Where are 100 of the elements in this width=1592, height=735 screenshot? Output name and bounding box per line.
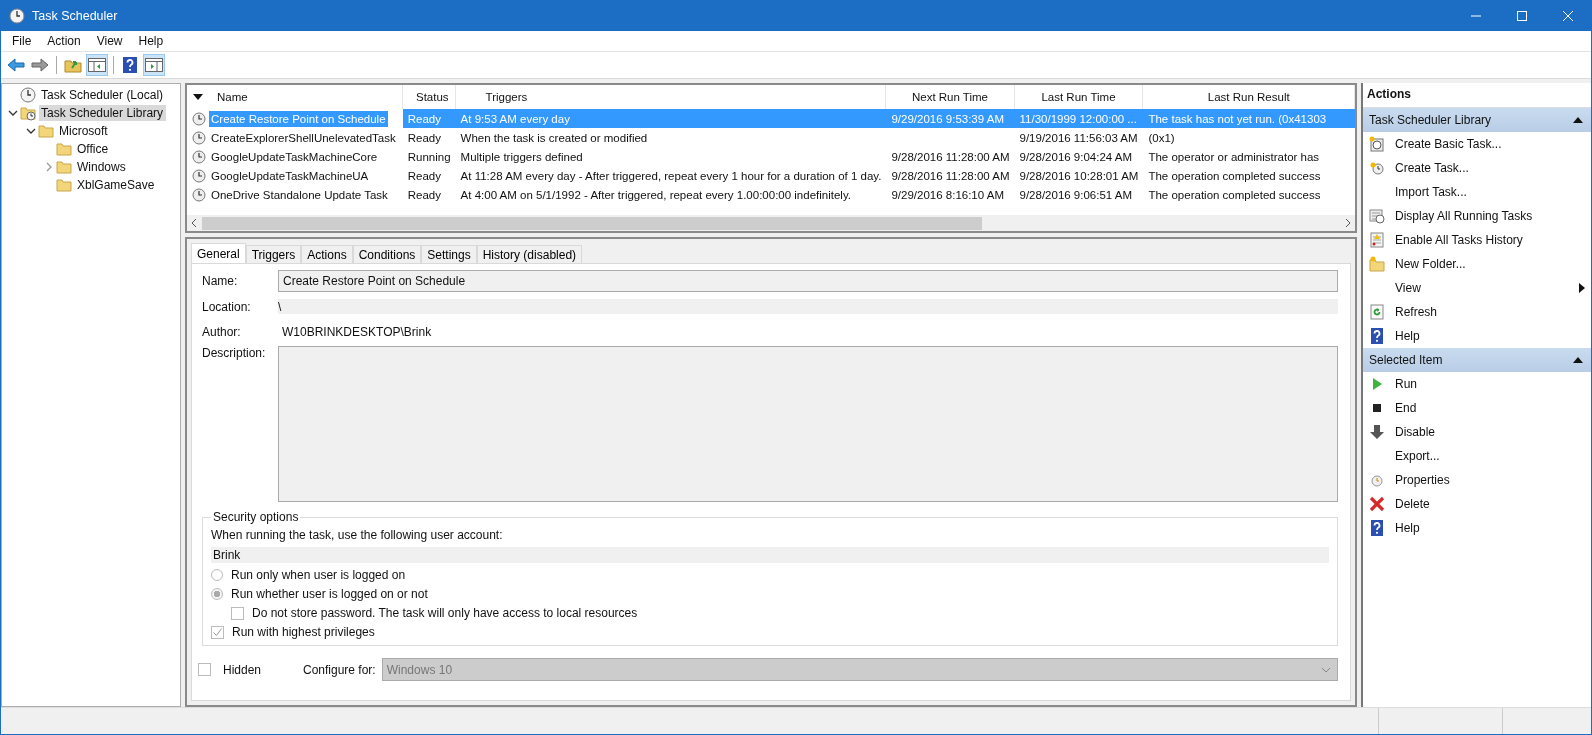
folder-icon [56, 177, 72, 193]
expanded-chevron-icon[interactable] [8, 108, 18, 118]
help-icon [1369, 328, 1385, 344]
clock-icon [192, 187, 206, 202]
dropdown-arrow-icon[interactable] [193, 94, 203, 100]
submenu-arrow-icon [1579, 283, 1585, 293]
location-field[interactable]: \ [278, 299, 1338, 314]
checkbox[interactable] [231, 606, 244, 620]
checkbox-label: Run with highest privileges [232, 625, 375, 639]
task-name[interactable]: GoogleUpdateTaskMachineCore [209, 148, 380, 165]
pane-command[interactable]: Create Task... [1395, 161, 1469, 175]
tree-item[interactable]: Task Scheduler Library [39, 105, 167, 121]
clock-icon [192, 149, 206, 164]
table-cell: At 11:28 AM every day - After triggered, repeat every 1 hour for a duration of 1 day. [460, 169, 882, 182]
pane-command[interactable]: View [1395, 281, 1421, 295]
tab[interactable]: Triggers [245, 245, 302, 263]
tab[interactable]: Conditions [352, 245, 422, 263]
table-cell: 9/28/2016 9:06:51 AM [1019, 188, 1133, 201]
checkbox-label: Do not store password. The task will only have access to local resources [252, 606, 638, 620]
expanded-chevron-icon[interactable] [26, 126, 36, 136]
pane-command[interactable]: Disable [1395, 425, 1436, 439]
new-folder-icon [1369, 256, 1385, 272]
pane-command[interactable]: Help [1395, 329, 1420, 343]
folder-icon [56, 141, 72, 157]
checkbox[interactable] [211, 625, 224, 639]
group-title: Security options [212, 510, 300, 524]
table-cell: 11/30/1999 12:00:00 ... [1019, 112, 1137, 125]
pane-command[interactable]: Refresh [1395, 305, 1438, 319]
menu-item[interactable]: Action [39, 32, 89, 50]
console-tree-button[interactable] [86, 54, 108, 76]
clock-icon [9, 8, 25, 24]
pane-command[interactable]: Help [1395, 521, 1420, 535]
table-cell: Running [407, 150, 451, 163]
checkbox[interactable] [198, 663, 211, 676]
tab[interactable]: Actions [301, 245, 353, 263]
maximize-icon [1517, 11, 1527, 21]
radio-button[interactable] [211, 588, 223, 600]
table-cell: 9/28/2016 10:28:01 AM [1019, 169, 1139, 182]
table-cell: 9/29/2016 9:53:39 AM [891, 112, 1004, 125]
section-header[interactable]: Selected Item [1363, 348, 1591, 372]
table-cell: 9/28/2016 11:28:00 AM [891, 169, 1010, 182]
tree-item[interactable]: Task Scheduler (Local) [39, 87, 167, 103]
pane-command[interactable]: New Folder... [1395, 257, 1466, 271]
pane-command[interactable]: Delete [1395, 497, 1430, 511]
action-pane-button[interactable] [143, 54, 165, 76]
task-name[interactable]: GoogleUpdateTaskMachineUA [209, 167, 371, 184]
field-label: Author: [202, 324, 242, 339]
clock-icon [1369, 472, 1385, 488]
tree-item[interactable]: Microsoft [57, 123, 111, 139]
radio-label: Run only when user is logged on [231, 568, 406, 582]
table-cell: 9/29/2016 8:16:10 AM [891, 188, 1004, 201]
menu-item[interactable]: Help [130, 32, 172, 50]
window-title: Task Scheduler [32, 9, 118, 23]
table-cell: Multiple triggers defined [460, 150, 583, 163]
menu-item[interactable]: File [4, 32, 40, 50]
name-field[interactable]: Create Restore Point on Schedule [278, 270, 1338, 292]
folder-icon [38, 123, 54, 139]
collapsed-chevron-icon[interactable] [44, 162, 54, 172]
pane-command[interactable]: End [1395, 401, 1417, 415]
collapse-arrow-icon[interactable] [1573, 117, 1583, 123]
pane-command[interactable]: Display All Running Tasks [1395, 209, 1533, 223]
table-cell: Ready [407, 169, 441, 182]
tab[interactable]: Settings [421, 245, 477, 263]
clock-icon [20, 87, 36, 103]
menu-item[interactable]: View [88, 32, 131, 50]
help-icon [1369, 520, 1385, 536]
task-name[interactable]: OneDrive Standalone Update Task [209, 186, 390, 203]
tab[interactable]: History (disabled) [476, 245, 583, 263]
horizontal-scrollbar[interactable] [187, 215, 1355, 231]
pane-command[interactable]: Create Basic Task... [1395, 137, 1502, 151]
clock-icon [192, 168, 206, 183]
clock-folder-icon [20, 105, 36, 121]
field-label: Name: [202, 274, 239, 288]
table-cell: Ready [407, 188, 441, 201]
task-name[interactable]: CreateExplorerShellUnelevatedTask [209, 129, 398, 146]
close-icon [1563, 11, 1573, 21]
column-header[interactable]: Name [217, 91, 248, 103]
description-field[interactable] [278, 346, 1338, 502]
table-cell: Ready [407, 131, 441, 144]
pane-command[interactable]: Import Task... [1395, 185, 1467, 199]
section-header[interactable]: Task Scheduler Library [1363, 108, 1591, 132]
pane-command[interactable]: Export... [1395, 449, 1440, 463]
field-label: Location: [202, 299, 252, 314]
tree-item[interactable]: Office [75, 141, 112, 157]
radio-label: Run whether user is logged on or not [231, 587, 428, 601]
clock-sheet-icon [1369, 136, 1385, 152]
tree-item[interactable]: XblGameSave [75, 177, 158, 193]
collapse-arrow-icon[interactable] [1573, 357, 1583, 363]
clock-icon [1369, 160, 1385, 176]
table-cell: The operation completed success [1148, 188, 1321, 201]
table-cell: 9/28/2016 11:28:00 AM [891, 150, 1010, 163]
pane-command[interactable]: Properties [1395, 473, 1450, 487]
table-cell: (0x1) [1148, 131, 1175, 144]
tab[interactable]: General [191, 243, 246, 263]
clock-icon [192, 130, 206, 145]
pane-command[interactable]: Run [1395, 377, 1417, 391]
pane-command[interactable]: Enable All Tasks History [1395, 233, 1523, 247]
tree-item[interactable]: Windows [75, 159, 129, 175]
field-label: Description: [202, 346, 267, 360]
chevron-down-icon [1321, 666, 1331, 673]
